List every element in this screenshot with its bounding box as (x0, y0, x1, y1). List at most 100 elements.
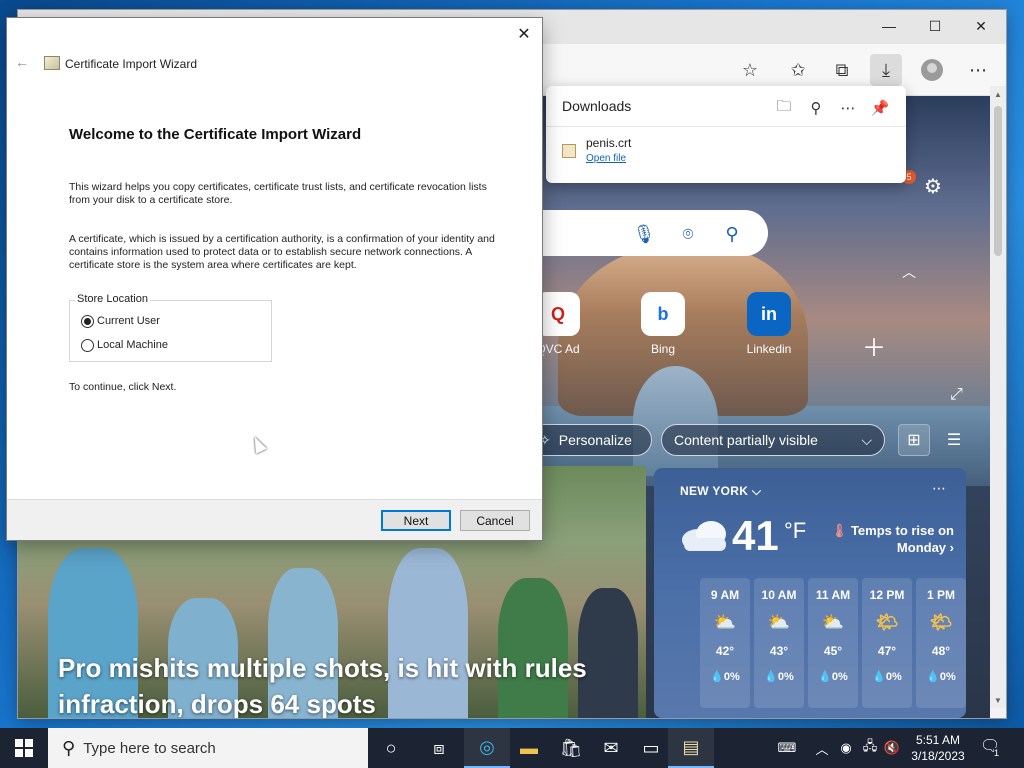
wizard-title: Certificate Import Wizard (65, 57, 198, 71)
temperature-unit: °F (784, 518, 807, 543)
weather-location[interactable]: NEW YORK ⌵ (680, 484, 761, 499)
scroll-up-arrow[interactable]: ▲ (990, 86, 1006, 102)
radio-label: Current User (97, 315, 160, 327)
visual-search-icon[interactable]: ⌾ (676, 222, 700, 246)
task-view-icon[interactable]: ⧈ (416, 728, 462, 768)
downloads-title: Downloads (562, 98, 632, 114)
next-button[interactable]: Next (381, 510, 451, 531)
close-button[interactable]: ✕ (958, 10, 1004, 42)
notification-count: 1 (994, 748, 1000, 758)
windows-logo-icon (15, 739, 33, 757)
profile-icon (921, 59, 943, 81)
folder-icon[interactable]: 🗀 (772, 96, 796, 120)
content-visibility-dropdown[interactable]: Content partially visible ⌵ (661, 424, 885, 456)
cloud-icon (682, 521, 726, 551)
certificate-wizard-taskbar-icon[interactable]: ▤ (668, 728, 714, 768)
news-headline[interactable]: Pro mishits multiple shots, is hit with … (58, 650, 618, 718)
hourly-forecast: 12 PM 🌤 47° 💧0% (862, 578, 912, 708)
microphone-icon[interactable]: 🎙 (632, 222, 656, 246)
quick-link-label: Linkedin (746, 342, 792, 356)
profile-button[interactable] (916, 54, 948, 86)
wizard-footer: Next Cancel (7, 499, 542, 540)
downloads-flyout: Downloads 🗀 ⚲ ⋯ 📌 penis.crt Open file (546, 86, 906, 183)
partly-cloudy-icon: ⛅ (713, 612, 737, 632)
weather-note[interactable]: 🌡 Temps to rise on Monday › (824, 522, 954, 556)
hourly-forecast: 9 AM ⛅ 42° 💧0% (700, 578, 750, 708)
expand-icon[interactable]: ⤢ (950, 386, 963, 404)
download-icon[interactable]: ⤓ (870, 54, 902, 86)
favorites-icon[interactable]: ✩ (782, 54, 814, 86)
radio-unselected (81, 338, 94, 352)
cortana-icon[interactable]: ○ (368, 728, 414, 768)
partly-cloudy-icon: ⛅ (821, 612, 845, 632)
more-icon[interactable]: ⋯ (932, 480, 946, 497)
volume-muted-icon[interactable]: 🔇 (882, 728, 902, 768)
network-icon[interactable]: 🖧 (860, 728, 880, 768)
search-placeholder: Type here to search (83, 739, 216, 757)
web-search-box[interactable]: 🎙 ⌾ ⚲ (542, 210, 768, 256)
taskbar-clock[interactable]: 5:51 AM 3/18/2023 (904, 732, 972, 764)
search-icon[interactable]: ⚲ (804, 96, 828, 120)
local-machine-radio[interactable]: Local Machine (81, 337, 241, 353)
personalize-button[interactable]: ✧ Personalize (526, 424, 652, 456)
taskbar-search-box[interactable]: ⚲ Type here to search (48, 728, 368, 768)
radio-label: Local Machine (97, 339, 168, 351)
close-icon[interactable]: ✕ (510, 22, 538, 46)
sun-cloud-icon: 🌤 (929, 612, 953, 632)
partly-cloudy-icon: ⛅ (767, 612, 791, 632)
taskbar: ⚲ Type here to search ○ ⧈ ◎ ▬ 🛍 ✉ ▭ ▤ ⌨ … (0, 728, 1024, 768)
page-settings-gear-icon[interactable]: ⚙ (924, 174, 942, 199)
more-icon[interactable]: ⋯ (836, 96, 860, 120)
start-button[interactable] (0, 728, 48, 768)
quick-link-linkedin[interactable]: in Linkedin (734, 292, 804, 356)
chevron-down-icon: ⌵ (861, 431, 872, 448)
collections-icon[interactable]: ⧉ (826, 54, 858, 86)
scroll-thumb[interactable] (994, 106, 1002, 256)
back-arrow-icon[interactable]: ← (15, 54, 29, 70)
clock-date: 3/18/2023 (911, 749, 965, 763)
cancel-button[interactable]: Cancel (460, 510, 530, 531)
add-shortcut-icon[interactable]: ＋ (862, 328, 886, 363)
wizard-heading: Welcome to the Certificate Import Wizard (69, 126, 362, 143)
page-scrollbar[interactable]: ▲ ▼ (990, 86, 1006, 708)
minimize-button[interactable]: — (866, 10, 912, 42)
quick-link-label: QVC Ad (536, 342, 580, 356)
current-temperature: 41 (732, 512, 779, 559)
edge-taskbar-icon[interactable]: ◎ (464, 728, 510, 768)
quick-link-bing[interactable]: b Bing (628, 292, 698, 356)
chevron-up-icon[interactable]: ︿ (902, 262, 916, 282)
weather-card[interactable]: NEW YORK ⌵ ⋯ 41 °F 🌡 Temps to rise on Mo… (654, 468, 966, 718)
download-file-name[interactable]: penis.crt (586, 136, 631, 150)
hourly-forecast: 10 AM ⛅ 43° 💧0% (754, 578, 804, 708)
current-user-radio[interactable]: Current User (81, 313, 241, 329)
scroll-down-arrow[interactable]: ▼ (990, 692, 1006, 708)
store-location-label: Store Location (75, 293, 150, 305)
meet-now-icon[interactable]: ◉ (836, 728, 856, 768)
grid-layout-icon[interactable]: ⊞ (898, 424, 930, 456)
cliff-arch (633, 366, 718, 476)
bing-icon: b (641, 292, 685, 336)
clock-time: 5:51 AM (915, 733, 961, 747)
pin-icon[interactable]: 📌 (868, 96, 892, 120)
file-explorer-icon[interactable]: ▬ (506, 728, 552, 768)
quick-link-label: Bing (650, 342, 676, 356)
linkedin-icon: in (747, 292, 791, 336)
settings-menu-button[interactable]: ⋯ (962, 54, 994, 86)
thermometer-icon: 🌡 (830, 523, 851, 538)
list-layout-icon[interactable]: ☰ (938, 424, 970, 456)
continue-instruction: To continue, click Next. (69, 381, 177, 393)
open-file-link[interactable]: Open file (586, 153, 626, 164)
certificate-import-wizard: ✕ ← Certificate Import Wizard Welcome to… (7, 18, 542, 540)
maximize-button[interactable]: ☐ (912, 10, 958, 42)
hourly-forecast: 1 PM 🌤 48° 💧0% (916, 578, 966, 708)
chevron-up-icon[interactable]: ︿ (812, 728, 832, 768)
hourly-forecast: 11 AM ⛅ 45° 💧0% (808, 578, 858, 708)
wizard-intro-text: This wizard helps you copy certificates,… (69, 181, 487, 206)
certificate-icon (44, 56, 60, 70)
search-icon[interactable]: ⚲ (720, 222, 744, 246)
input-indicator-icon[interactable]: ⌨ (772, 728, 802, 768)
add-favorite-icon[interactable]: ☆ (734, 54, 766, 86)
search-icon: ⚲ (62, 737, 76, 758)
content-visibility-label: Content partially visible (674, 432, 818, 448)
qvc-icon: Q (536, 292, 580, 336)
